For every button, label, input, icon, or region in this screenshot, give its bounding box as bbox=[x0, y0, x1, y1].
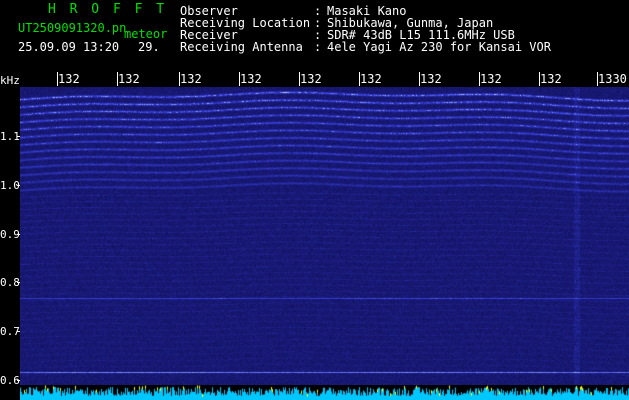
filename: UT2509091320.pn bbox=[18, 21, 127, 35]
datetime: 25.09.09 13:20 bbox=[18, 40, 120, 54]
x-tick-mark bbox=[359, 72, 360, 86]
x-tick-mark bbox=[299, 72, 300, 86]
antenna-label: Receiving Antenna bbox=[180, 40, 303, 54]
x-tick-mark bbox=[239, 72, 240, 86]
x-tick-mark bbox=[597, 72, 598, 86]
x-tick-label: 1330 bbox=[598, 72, 627, 86]
app-name: H R O F F T bbox=[48, 2, 168, 17]
x-tick-label: 132 bbox=[360, 72, 382, 86]
waterfall-spectrogram bbox=[20, 87, 629, 385]
header-panel: H R O F F T UT2509091320.pn meteor 25.09… bbox=[0, 0, 629, 72]
x-tick-label: 132 bbox=[300, 72, 322, 86]
x-tick-mark bbox=[179, 72, 180, 86]
x-tick-label: 132 bbox=[180, 72, 202, 86]
x-tick-label: 132 bbox=[240, 72, 262, 86]
x-tick-mark bbox=[57, 72, 58, 86]
x-tick-mark bbox=[479, 72, 480, 86]
x-tick-mark bbox=[117, 72, 118, 86]
y-axis-unit: kHz bbox=[0, 74, 20, 87]
x-tick-label: 132 bbox=[540, 72, 562, 86]
colon: : bbox=[314, 40, 322, 54]
spectrum-strip bbox=[20, 385, 629, 400]
x-tick-label: 132 bbox=[58, 72, 80, 86]
antenna-value: 4ele Yagi Az 230 for Kansai VOR bbox=[327, 40, 551, 54]
mode-label: meteor bbox=[124, 27, 168, 41]
x-tick-label: 132 bbox=[118, 72, 140, 86]
x-tick-mark bbox=[539, 72, 540, 86]
x-tick-label: 132 bbox=[480, 72, 502, 86]
x-tick-label: 132 bbox=[420, 72, 442, 86]
x-tick-mark bbox=[419, 72, 420, 86]
counter: 29. bbox=[138, 40, 160, 54]
